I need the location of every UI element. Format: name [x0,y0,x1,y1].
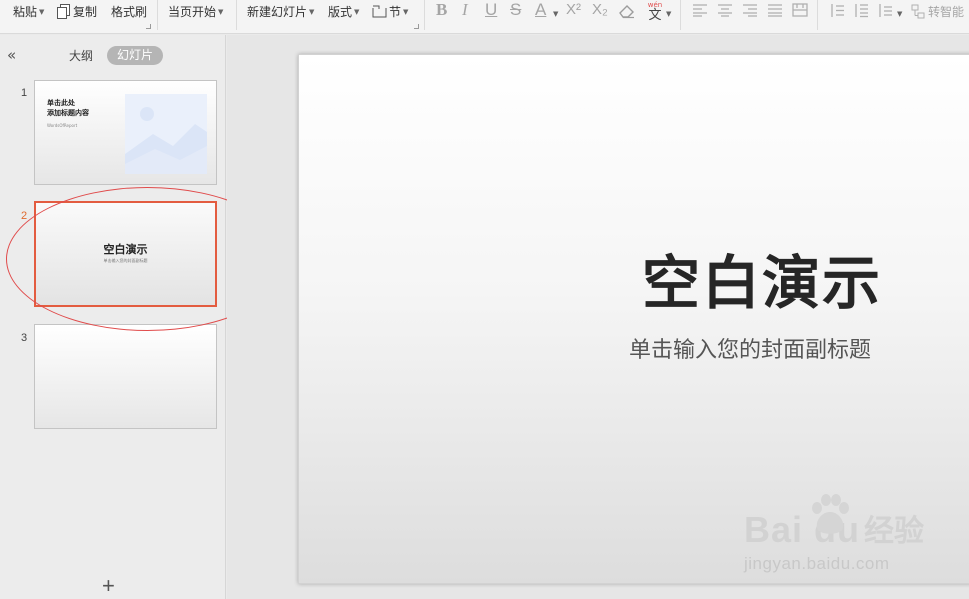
tab-outline[interactable]: 大纲 [69,47,93,64]
new-slide-button[interactable]: 新建幻灯片 ▼ [247,3,314,21]
smartart-icon [911,4,925,24]
section-button[interactable]: 节 ▼ [372,3,408,21]
italic-button[interactable]: I [462,0,468,22]
line-spacing-icon[interactable] [829,3,845,18]
section-dropdown-caret[interactable]: ▼ [403,8,408,16]
divider [424,0,425,30]
paste-label: 粘贴 [13,5,38,19]
format-painter-button[interactable]: 格式刷 [111,3,147,21]
bold-button[interactable]: B [436,0,447,22]
divider [680,0,681,30]
divider [157,0,158,30]
paragraph-spacing-icon[interactable] [853,3,869,18]
layout-label: 版式 [328,5,353,19]
font-color-dropdown-caret[interactable]: ▼ [551,5,558,23]
paw-icon [808,494,852,540]
strikethrough-button[interactable]: S [510,0,521,22]
paste-dropdown-caret[interactable]: ▼ [39,8,44,16]
section-label: 节 [389,5,402,19]
text-direction-icon[interactable] [877,3,893,18]
superscript-button[interactable]: X² [566,0,581,22]
slide-thumbnail-1[interactable]: 单击此处 添加标题内容 WordsOfReport [34,80,217,185]
play-dropdown-caret[interactable]: ▼ [218,8,223,16]
distribute-icon[interactable] [792,3,808,17]
watermark-url: jingyan.baidu.com [744,554,890,573]
copy-label: 复制 [73,5,98,19]
subscript-button[interactable]: X₂ [592,0,608,22]
convert-smartart-label: 转智能 [928,5,965,19]
layout-button[interactable]: 版式 ▼ [328,3,359,21]
convert-smartart-button[interactable]: 转智能 [911,3,964,21]
align-right-icon[interactable] [742,3,758,17]
paste-button[interactable]: 粘贴 ▼ [13,3,44,21]
phonetic-dropdown-caret[interactable]: ▼ [664,5,671,23]
slides-dialog-launcher[interactable] [414,24,419,29]
layout-dropdown-caret[interactable]: ▼ [354,8,359,16]
eraser-icon[interactable] [618,3,636,19]
format-painter-label: 格式刷 [111,5,148,19]
divider [236,0,237,30]
spacing-dropdown-caret[interactable]: ▼ [895,5,902,23]
baidu-watermark: Bai du 经验 jingyan.baidu.com [744,494,964,584]
section-icon [372,5,387,23]
font-color-button[interactable]: A [535,0,546,22]
clipboard-dialog-launcher[interactable] [146,24,151,29]
play-from-current-button[interactable]: 当页开始 ▼ [168,3,223,21]
align-left-icon[interactable] [692,3,708,17]
tab-slides[interactable]: 幻灯片 [107,46,163,65]
thumbnail-subtitle: WordsOfReport [47,123,78,128]
slide-subtitle[interactable]: 单击输入您的封面副标题 [629,337,871,365]
divider [817,0,818,30]
image-placeholder-icon [125,94,207,174]
new-slide-label: 新建幻灯片 [247,5,308,19]
copy-button[interactable]: 复制 [57,3,97,21]
copy-icon [57,4,70,24]
watermark-brand-cn: 经验 [864,514,924,549]
new-slide-dropdown-caret[interactable]: ▼ [309,8,314,16]
justify-icon[interactable] [767,3,783,17]
play-from-current-label: 当页开始 [168,5,217,19]
collapse-panel-icon[interactable]: « [7,48,16,63]
thumbnail-title: 单击此处 添加标题内容 [47,99,89,117]
slide-title[interactable]: 空白演示 [642,249,882,317]
slide-thumbnail-3[interactable] [34,324,217,429]
add-slide-icon[interactable]: + [102,575,115,597]
slide-number: 1 [21,87,28,99]
align-center-icon[interactable] [717,3,733,17]
ribbon-toolbar: 粘贴 ▼ 复制 格式刷 当页开始 ▼ 新建幻灯片 ▼ 版式 ▼ 节 ▼ B I U S A… [0,0,969,34]
underline-button[interactable]: U [485,0,497,22]
slide-number: 3 [21,332,28,344]
